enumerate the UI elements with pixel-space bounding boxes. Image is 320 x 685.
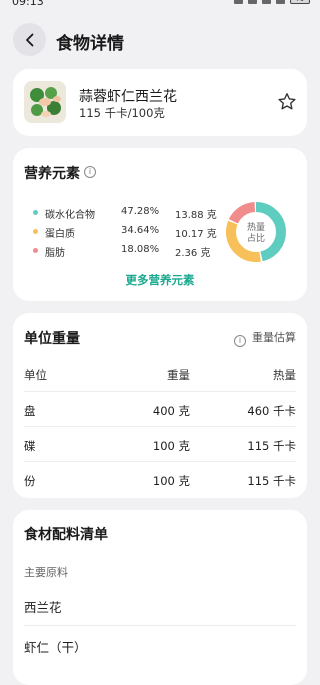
carbs-dot — [33, 210, 38, 215]
favorite-star-icon[interactable] — [276, 91, 298, 113]
food-name: 蒜蓉虾仁西兰花 — [79, 89, 177, 105]
header: 食物详情 — [0, 20, 320, 58]
food-card: 蒜蓉虾仁西兰花 115 千卡/100克 — [13, 69, 307, 136]
nutrient-name: 脂肪 — [45, 248, 65, 259]
unit-cell: 盘 — [24, 404, 36, 418]
donut-label-line1: 热量 — [247, 221, 265, 233]
nutrient-name: 蛋白质 — [45, 229, 75, 240]
protein-dot — [33, 229, 38, 234]
unit-weight-title: 单位重量 — [24, 331, 80, 347]
weight-estimate-button[interactable]: i 重量估算 — [234, 329, 296, 347]
nutrition-title: 营养元素 — [24, 166, 80, 182]
nutrient-percent: 18.08% — [121, 244, 160, 255]
column-weight: 重量 — [167, 368, 190, 382]
table-row: 份 100 克 115 千卡 — [24, 461, 296, 497]
column-unit: 单位 — [24, 368, 47, 382]
nutrition-card: 营养元素 i 碳水化合物 47.28% 13.88 克 蛋白质 34.64% 1… — [13, 148, 307, 301]
notification-icon — [234, 0, 243, 4]
more-nutrients-link[interactable]: 更多营养元素 — [13, 272, 307, 288]
calorie-donut-chart: 热量 占比 — [226, 202, 286, 262]
chevron-left-icon — [25, 33, 33, 46]
column-calories: 热量 — [273, 368, 296, 382]
back-button[interactable] — [13, 23, 46, 56]
status-icons: 71 — [234, 0, 310, 4]
calories-cell: 460 千卡 — [247, 404, 296, 418]
food-calories: 115 千卡/100克 — [79, 106, 165, 120]
battery-icon: 71 — [290, 0, 310, 4]
weight-estimate-label: 重量估算 — [252, 331, 296, 344]
ingredient-item: 虾仁（干） — [24, 640, 87, 655]
signal-icon — [276, 0, 285, 4]
nutrient-percent: 47.28% — [121, 206, 160, 217]
table-row: 碟 100 克 115 千卡 — [24, 426, 296, 462]
status-time: 09:13 — [12, 0, 44, 8]
divider — [24, 625, 296, 626]
calories-cell: 115 千卡 — [247, 439, 296, 453]
donut-label-line2: 占比 — [247, 232, 265, 244]
info-icon[interactable]: i — [84, 166, 96, 178]
mute-icon — [248, 0, 257, 4]
table-row: 盘 400 克 460 千卡 — [24, 391, 296, 427]
fat-dot — [33, 248, 38, 253]
info-icon: i — [234, 335, 246, 347]
status-bar: 09:13 71 — [0, 0, 320, 12]
weight-cell: 400 克 — [152, 404, 190, 418]
nutrient-name: 碳水化合物 — [45, 210, 95, 221]
nutrient-grams: 13.88 克 — [175, 210, 217, 221]
page-title: 食物详情 — [56, 34, 124, 54]
unit-cell: 碟 — [24, 439, 36, 453]
ingredients-subtitle: 主要原料 — [24, 566, 68, 579]
weight-cell: 100 克 — [152, 474, 190, 488]
nutrient-row: 碳水化合物 47.28% 13.88 克 — [13, 206, 233, 221]
ingredients-title: 食材配料清单 — [24, 527, 108, 543]
unit-cell: 份 — [24, 474, 36, 488]
ingredient-item: 西兰花 — [24, 600, 62, 615]
nutrient-row: 蛋白质 34.64% 10.17 克 — [13, 225, 233, 240]
nutrient-row: 脂肪 18.08% 2.36 克 — [13, 244, 233, 259]
nutrient-grams: 2.36 克 — [175, 248, 211, 259]
unit-weight-card: 单位重量 i 重量估算 单位 重量 热量 盘 400 克 460 千卡 碟 100… — [13, 313, 307, 498]
nutrient-percent: 34.64% — [121, 225, 160, 236]
ingredients-card: 食材配料清单 主要原料 西兰花 虾仁（干） — [13, 510, 307, 685]
food-image — [24, 81, 66, 123]
calories-cell: 115 千卡 — [247, 474, 296, 488]
wifi-icon — [262, 0, 271, 4]
table-header: 单位 重量 热量 — [24, 356, 296, 392]
weight-cell: 100 克 — [152, 439, 190, 453]
nutrient-grams: 10.17 克 — [175, 229, 217, 240]
